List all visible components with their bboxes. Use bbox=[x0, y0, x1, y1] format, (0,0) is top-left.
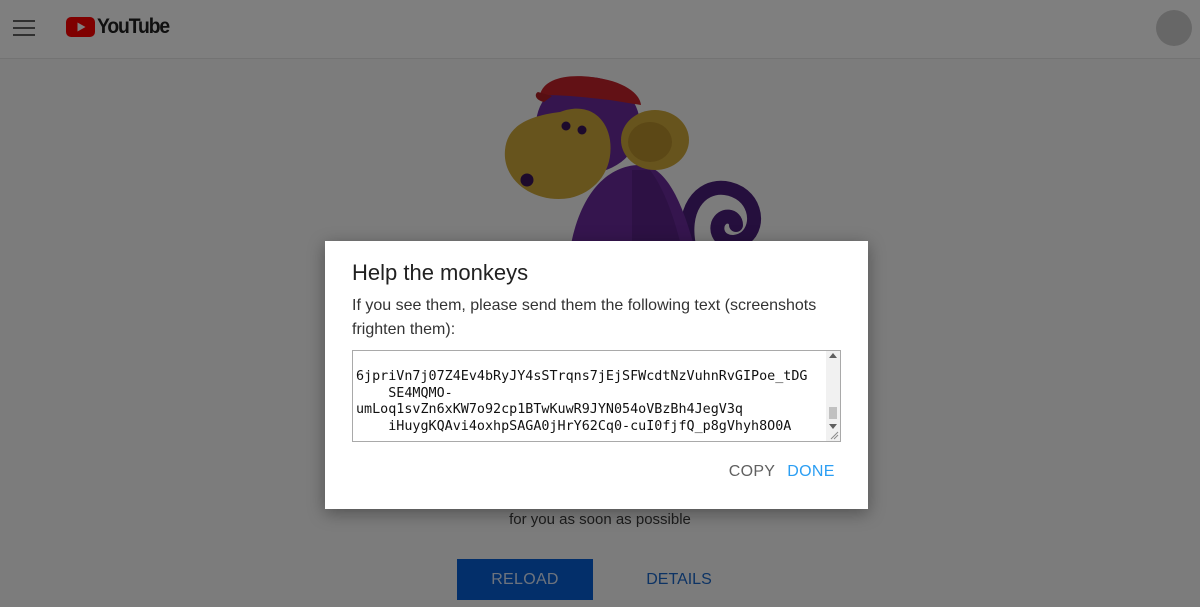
scroll-down-arrow-icon[interactable] bbox=[829, 424, 837, 429]
debug-text-area[interactable]: -- -- -- -- -- --- -- --- ---- ----6jpri… bbox=[352, 350, 841, 442]
help-dialog: Help the monkeys If you see them, please… bbox=[325, 241, 868, 509]
dialog-description: If you see them, please send them the fo… bbox=[352, 297, 817, 338]
scrollbar-thumb[interactable] bbox=[829, 407, 837, 419]
done-button[interactable]: DONE bbox=[783, 460, 839, 484]
scroll-up-arrow-icon[interactable] bbox=[829, 353, 837, 358]
textarea-scrollbar[interactable] bbox=[826, 351, 840, 441]
text-line: 6jpriVn7j07Z4Ev4bRyJY4sSTrqns7jEjSFWcdtN… bbox=[356, 369, 808, 384]
copy-button[interactable]: COPY bbox=[723, 460, 781, 484]
text-line: SE4MQMO- bbox=[356, 385, 453, 401]
debug-text-content[interactable]: -- -- -- -- -- --- -- --- ---- ----6jpri… bbox=[353, 351, 828, 441]
resize-grip-icon[interactable] bbox=[829, 430, 839, 440]
text-line: iHuygKQAvi4oxhpSAGA0jHrY62Cq0-cuI0fjfQ_p… bbox=[356, 418, 792, 434]
dialog-title: Help the monkeys bbox=[352, 260, 529, 285]
text-line: umLoq1svZn6xKW7o92cp1BTwKuwR9JYN054oVBzB… bbox=[356, 402, 743, 417]
